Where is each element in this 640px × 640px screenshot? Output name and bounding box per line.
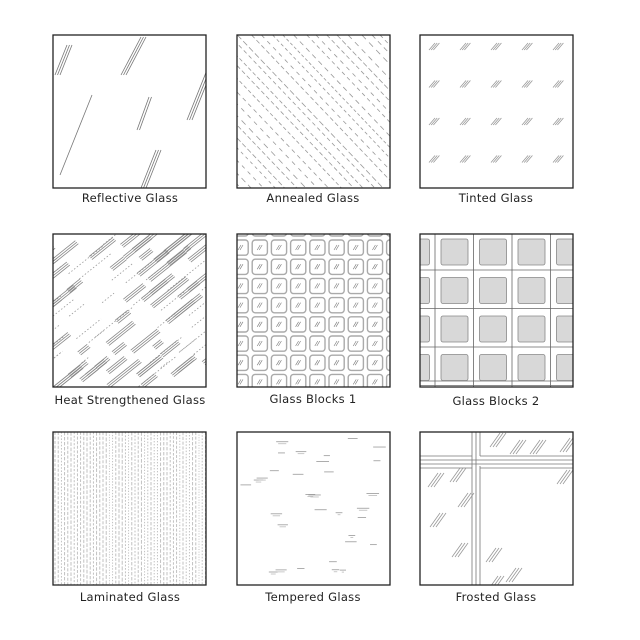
laminated-pattern <box>54 432 206 585</box>
label-frosted-glass: Frosted Glass <box>455 590 537 604</box>
label-tinted-glass: Tinted Glass <box>458 191 534 205</box>
label-reflective-glass: Reflective Glass <box>81 191 179 205</box>
panel-frame <box>419 431 574 586</box>
label-glass-blocks-1: Glass Blocks 1 <box>269 392 357 406</box>
panel-frame <box>236 34 391 189</box>
tempered-pattern <box>240 438 386 575</box>
heat-pattern <box>53 234 206 387</box>
label-glass-blocks-2: Glass Blocks 2 <box>452 394 540 408</box>
label-tempered-glass: Tempered Glass <box>265 590 361 604</box>
panel-frame <box>52 34 207 189</box>
glass-patterns-diagram <box>52 34 574 586</box>
tinted-pattern <box>428 42 564 163</box>
label-laminated-glass: Laminated Glass <box>79 590 181 604</box>
panel-frame <box>419 34 574 189</box>
frosted-pattern <box>420 432 573 585</box>
label-annealed-glass: Annealed Glass <box>266 191 360 205</box>
label-heat-strengthened-glass: Heat Strengthened Glass <box>54 393 206 407</box>
blocks1-pattern <box>237 234 390 387</box>
reflective-pattern <box>54 36 206 188</box>
